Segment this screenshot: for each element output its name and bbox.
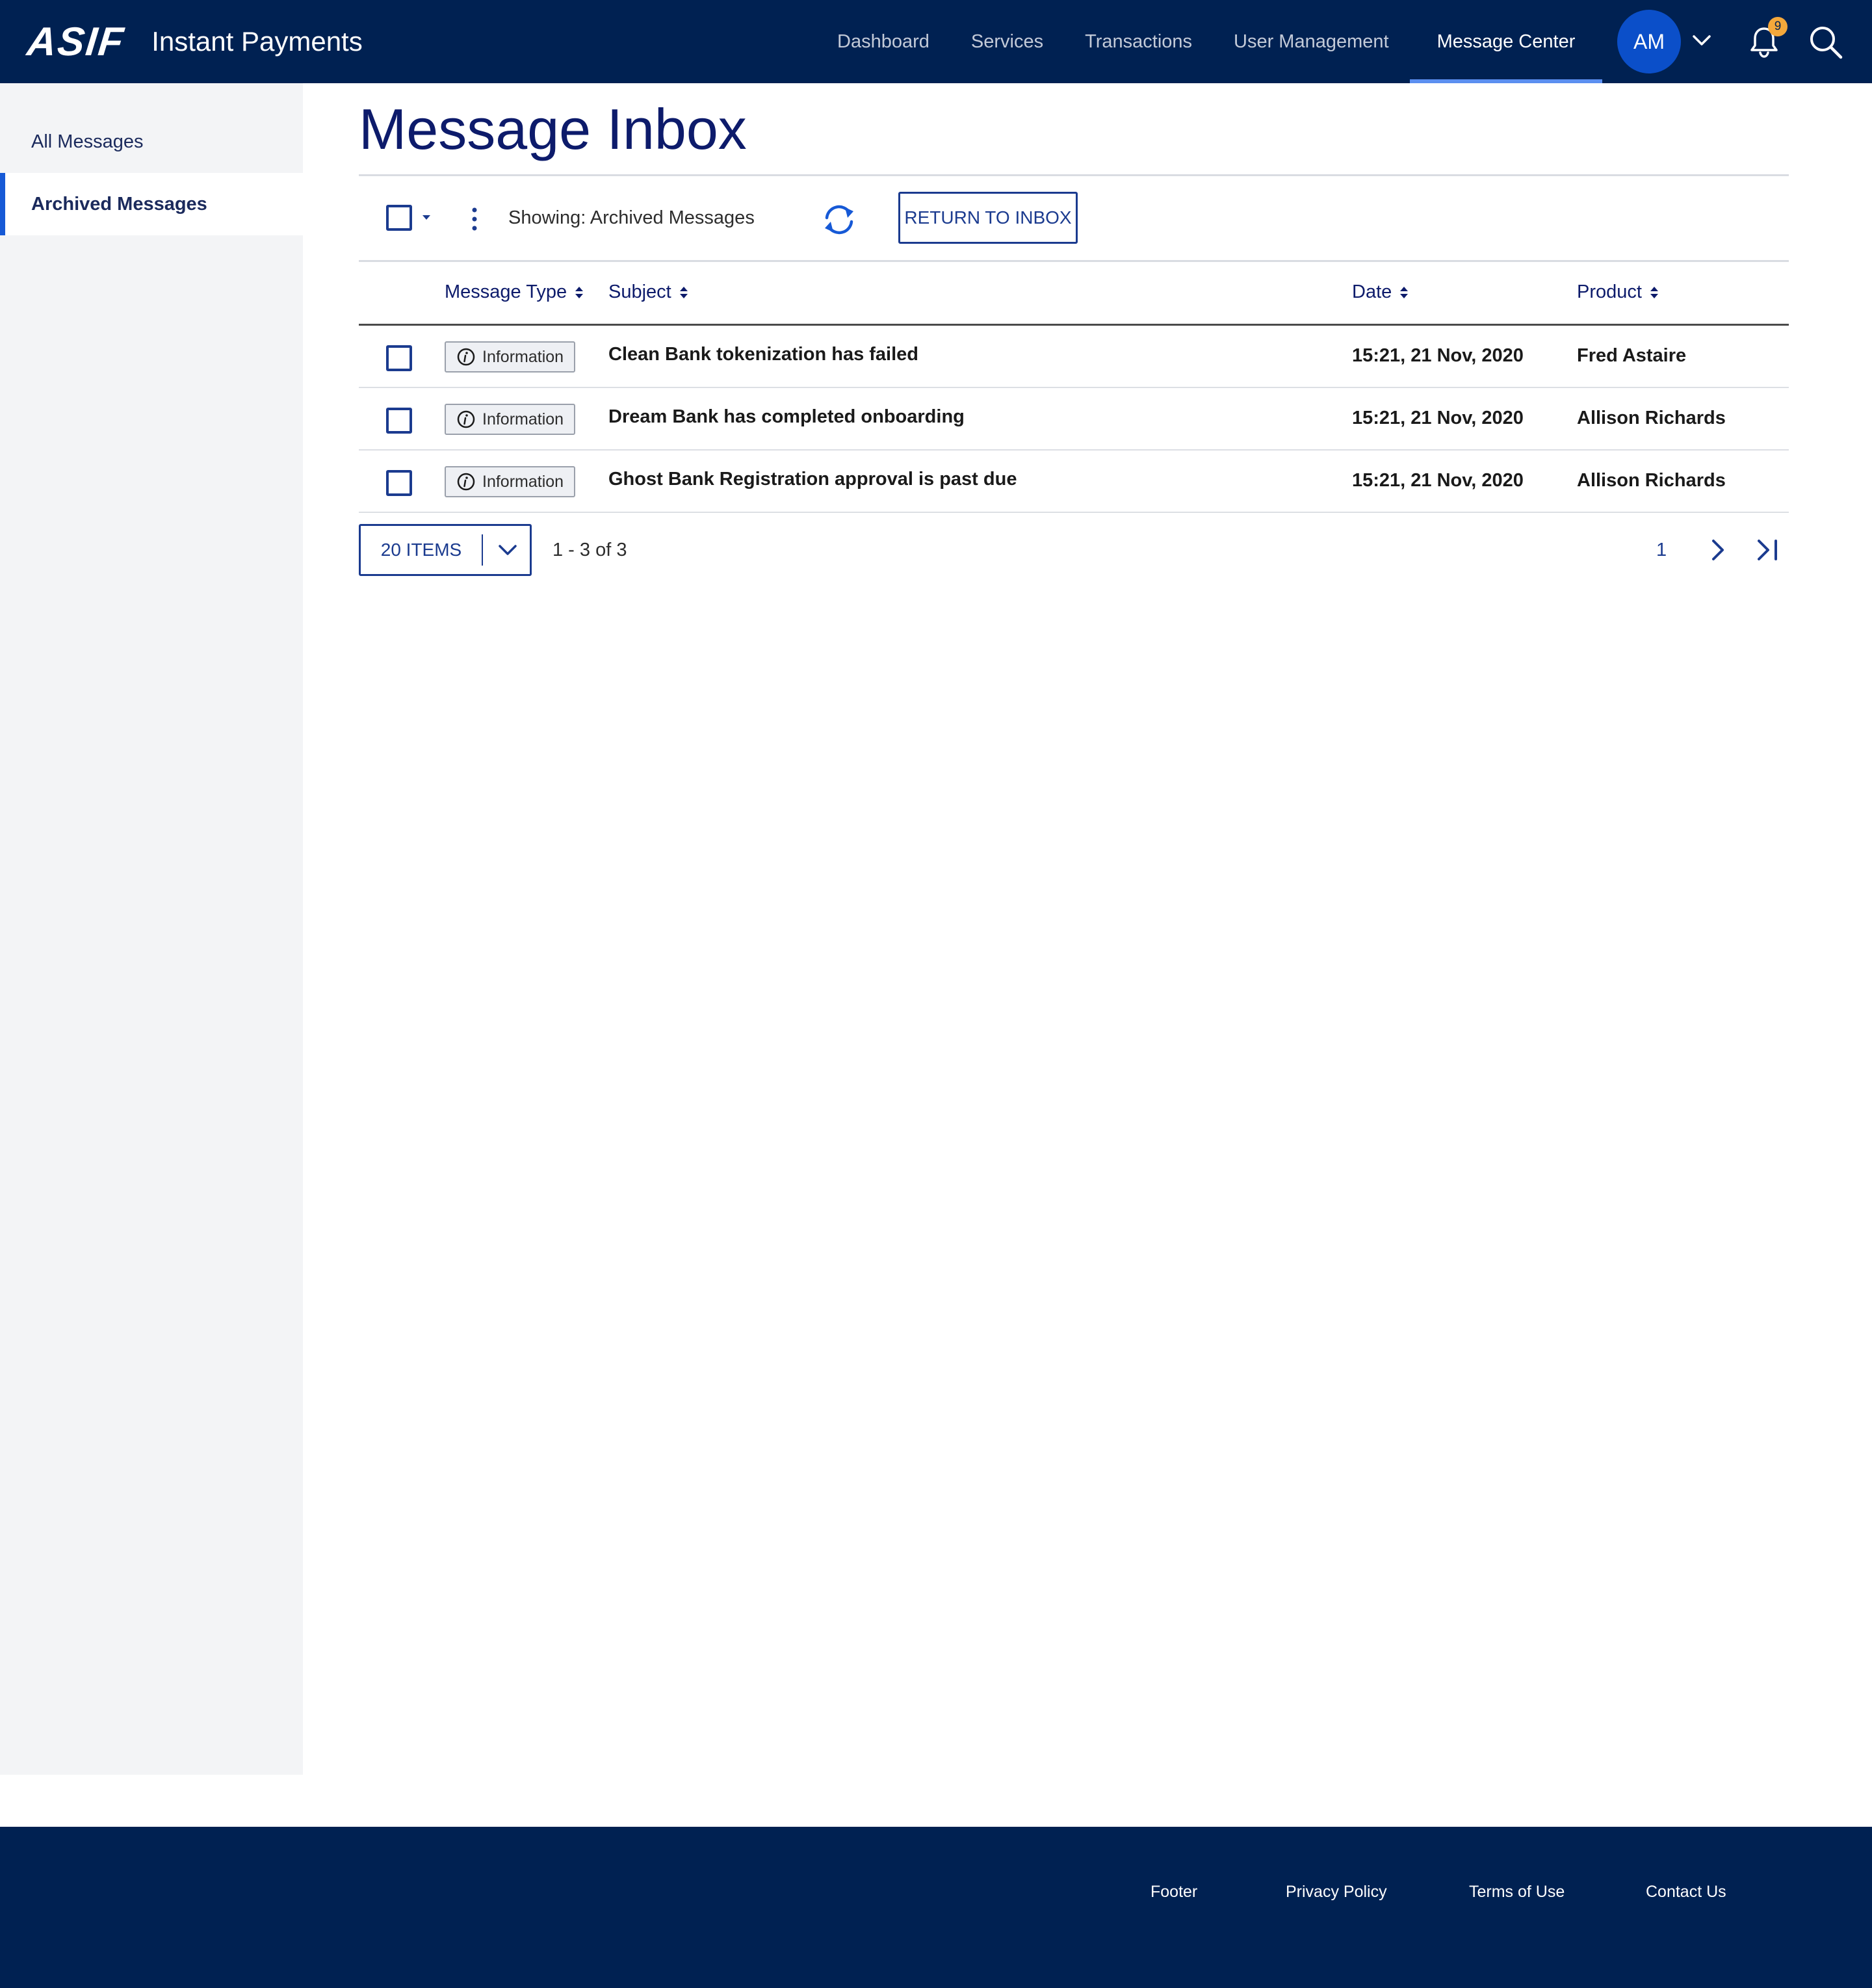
asif-logo: ASIF <box>25 19 127 64</box>
column-label: Subject <box>608 281 671 302</box>
info-icon <box>457 348 475 366</box>
nav-transactions[interactable]: Transactions <box>1064 0 1213 83</box>
nav-dashboard[interactable]: Dashboard <box>816 0 950 83</box>
sort-icon <box>575 286 584 298</box>
table-row[interactable]: Information Dream Bank has completed onb… <box>359 388 1789 451</box>
column-header-message-type[interactable]: Message Type <box>445 281 584 303</box>
message-type-badge: Information <box>445 466 576 497</box>
page-number-current[interactable]: 1 <box>1656 540 1667 561</box>
row-checkbox[interactable] <box>386 345 412 371</box>
sort-icon <box>1650 286 1658 298</box>
chevron-down-icon <box>499 545 517 555</box>
badge-label: Information <box>482 347 564 366</box>
items-per-page-select[interactable]: 20 ITEMS <box>359 524 532 576</box>
table-row[interactable]: Information Clean Bank tokenization has … <box>359 326 1789 388</box>
badge-label: Information <box>482 472 564 491</box>
column-header-product[interactable]: Product <box>1577 281 1659 303</box>
items-per-page-value: 20 ITEMS <box>380 540 462 560</box>
app-name: Instant Payments <box>151 26 363 57</box>
message-date: 15:21, 21 Nov, 2020 <box>1352 408 1524 428</box>
message-product: Fred Astaire <box>1577 345 1687 366</box>
table-row[interactable]: Information Ghost Bank Registration appr… <box>359 451 1789 513</box>
message-type-badge: Information <box>445 404 576 435</box>
notification-count-badge: 9 <box>1768 17 1788 36</box>
column-header-subject[interactable]: Subject <box>608 281 688 303</box>
last-page-icon[interactable] <box>1755 537 1781 563</box>
nav-user-management[interactable]: User Management <box>1213 0 1410 83</box>
user-avatar[interactable]: AM <box>1617 10 1681 73</box>
column-label: Product <box>1577 281 1642 302</box>
badge-label: Information <box>482 410 564 428</box>
message-subject[interactable]: Dream Bank has completed onboarding <box>608 406 965 428</box>
column-label: Date <box>1352 281 1392 302</box>
refresh-icon[interactable] <box>822 203 857 236</box>
main-nav: Dashboard Services Transactions User Man… <box>816 0 1603 83</box>
nav-message-center[interactable]: Message Center <box>1409 0 1603 83</box>
showing-filter-label: Showing: Archived Messages <box>508 207 755 228</box>
return-to-inbox-button[interactable]: RETURN TO INBOX <box>898 192 1078 244</box>
sidebar-item-all-messages[interactable]: All Messages <box>0 111 303 173</box>
divider <box>482 534 483 566</box>
sort-icon <box>679 286 688 298</box>
footer: Footer Privacy Policy Terms of Use Conta… <box>0 1827 1872 1988</box>
chevron-right-icon[interactable] <box>1707 537 1728 563</box>
row-checkbox[interactable] <box>386 470 412 496</box>
info-icon <box>457 410 475 428</box>
sidebar: All Messages Archived Messages <box>0 83 303 1775</box>
footer-link-footer[interactable]: Footer <box>1150 1883 1197 1902</box>
message-type-badge: Information <box>445 341 576 373</box>
search-icon[interactable] <box>1808 25 1843 60</box>
message-date: 15:21, 21 Nov, 2020 <box>1352 345 1524 366</box>
footer-link-contact-us[interactable]: Contact Us <box>1646 1883 1726 1902</box>
caret-down-icon[interactable] <box>420 213 433 223</box>
message-date: 15:21, 21 Nov, 2020 <box>1352 470 1524 491</box>
message-product: Allison Richards <box>1577 470 1726 491</box>
select-all-checkbox[interactable] <box>386 205 412 231</box>
info-icon <box>457 473 475 491</box>
table-header: Message Type Subject Date Product <box>359 262 1789 326</box>
row-checkbox[interactable] <box>386 408 412 434</box>
footer-link-terms-of-use[interactable]: Terms of Use <box>1469 1883 1565 1902</box>
column-header-date[interactable]: Date <box>1352 281 1409 303</box>
column-label: Message Type <box>445 281 567 302</box>
message-subject[interactable]: Ghost Bank Registration approval is past… <box>608 469 1017 490</box>
brand[interactable]: ASIF Instant Payments <box>25 0 363 83</box>
message-toolbar: Showing: Archived Messages RETURN TO INB… <box>359 176 1789 262</box>
sort-icon <box>1400 286 1409 298</box>
message-product: Allison Richards <box>1577 408 1726 428</box>
footer-link-privacy-policy[interactable]: Privacy Policy <box>1286 1883 1387 1902</box>
sidebar-item-archived-messages[interactable]: Archived Messages <box>0 173 303 235</box>
nav-services[interactable]: Services <box>950 0 1064 83</box>
message-subject[interactable]: Clean Bank tokenization has failed <box>608 344 918 365</box>
pagination-range: 1 - 3 of 3 <box>552 540 627 560</box>
more-options-icon[interactable] <box>469 206 480 232</box>
chevron-down-icon[interactable] <box>1690 29 1713 52</box>
top-navigation-bar: ASIF Instant Payments Dashboard Services… <box>0 0 1872 83</box>
page-title: Message Inbox <box>359 97 747 161</box>
